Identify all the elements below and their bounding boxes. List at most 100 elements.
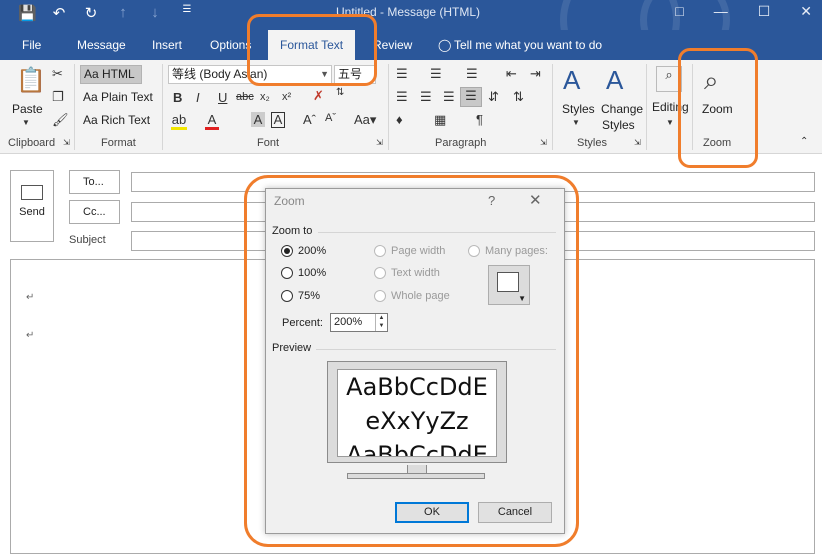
justify-icon[interactable]: ☰ <box>460 87 482 107</box>
editing-button[interactable]: Editing <box>652 100 689 114</box>
align-right-icon[interactable]: ☰ <box>443 89 455 105</box>
radio-75[interactable]: 75% <box>281 290 320 302</box>
radio-whole-page[interactable]: Whole page <box>374 290 450 302</box>
minimize-icon[interactable]: — <box>714 3 728 20</box>
dialog-launcher-icon[interactable]: ⇲ <box>540 138 547 147</box>
bullets-icon[interactable]: ☰ <box>396 66 408 82</box>
rich-text-button[interactable]: Aa Rich Text <box>83 113 150 127</box>
many-pages-picker[interactable]: ▼ <box>488 265 530 305</box>
copy-icon[interactable]: ❐ <box>52 89 64 105</box>
align-left-icon[interactable]: ☰ <box>396 89 408 105</box>
radio-indicator <box>374 290 386 302</box>
html-format-button[interactable]: Aa HTML <box>80 65 142 84</box>
tell-me-box[interactable]: ◯ Tell me what you want to do <box>438 30 602 60</box>
ok-button[interactable]: OK <box>395 502 469 523</box>
chevron-down-icon[interactable]: ▼ <box>320 66 329 83</box>
close-icon[interactable]: ✕ <box>529 191 542 209</box>
font-size-combo[interactable]: 五号 <box>334 65 376 84</box>
percent-label: Percent: <box>282 317 323 329</box>
find-icon[interactable]: ⌕ <box>656 66 682 92</box>
tab-insert[interactable]: Insert <box>152 30 182 60</box>
bold-icon[interactable]: B <box>173 90 182 105</box>
cc-button[interactable]: Cc... <box>69 200 120 224</box>
line-spacing-icon[interactable]: ⇵ <box>488 89 499 105</box>
zoom-button[interactable]: Zoom <box>702 102 733 116</box>
paste-button[interactable]: Paste <box>12 102 43 116</box>
magnifier-icon[interactable]: ⌕ <box>704 65 719 97</box>
dialog-launcher-icon[interactable]: ⇲ <box>376 138 383 147</box>
dialog-title: Zoom <box>274 194 305 208</box>
change-styles-line1[interactable]: Change <box>601 102 643 116</box>
text-effects-icon[interactable]: Aa▾ <box>354 112 376 128</box>
change-case-icon[interactable]: ⇅ <box>336 87 344 98</box>
up-arrow-icon[interactable]: ↑ <box>114 4 132 22</box>
paste-icon[interactable]: 📋 <box>16 66 46 96</box>
editing-dropdown-icon[interactable]: ▼ <box>666 118 674 127</box>
tab-message[interactable]: Message <box>77 30 126 60</box>
group-separator <box>74 64 75 150</box>
maximize-icon[interactable]: ☐ <box>758 3 771 20</box>
collapse-ribbon-icon[interactable]: ⌃ <box>800 136 808 147</box>
radio-page-width[interactable]: Page width <box>374 245 445 257</box>
tab-options[interactable]: Options <box>210 30 251 60</box>
font-name-combo[interactable]: 等线 (Body Asian) ▼ <box>168 65 332 84</box>
cut-icon[interactable]: ✂ <box>52 66 63 82</box>
to-button[interactable]: To... <box>69 170 120 194</box>
styles-button[interactable]: Styles <box>562 102 595 116</box>
close-icon[interactable]: ✕ <box>800 3 812 20</box>
multilevel-list-icon[interactable]: ☰ <box>466 66 478 82</box>
shrink-font-icon[interactable]: Aˇ <box>325 112 336 124</box>
help-icon[interactable]: ? <box>488 193 495 208</box>
decrease-indent-icon[interactable]: ⇤ <box>506 66 517 82</box>
font-color-icon[interactable]: A <box>205 112 219 130</box>
radio-text-width[interactable]: Text width <box>374 267 440 279</box>
italic-icon[interactable]: I <box>196 90 200 105</box>
cancel-button[interactable]: Cancel <box>478 502 552 523</box>
preview-line: AaBbCcDdE <box>346 373 488 401</box>
send-button[interactable]: Send <box>10 170 54 242</box>
subscript-icon[interactable]: x₂ <box>260 91 270 103</box>
percent-input[interactable]: 200% ▲ ▼ <box>330 313 388 332</box>
customize-qat-icon[interactable]: ☰ <box>178 4 196 22</box>
redo-icon[interactable]: ↻ <box>82 4 100 22</box>
styles-dropdown-icon[interactable]: ▼ <box>572 118 580 127</box>
monitor-base <box>347 473 485 479</box>
radio-100[interactable]: 100% <box>281 267 326 279</box>
clear-formatting-icon[interactable]: ✗ <box>313 88 324 104</box>
increase-indent-icon[interactable]: ⇥ <box>530 66 541 82</box>
restore-icon[interactable]: □ <box>675 3 683 20</box>
numbering-icon[interactable]: ☰ <box>430 66 442 82</box>
superscript-icon[interactable]: x² <box>282 91 291 103</box>
grow-font-icon[interactable]: Aˆ <box>303 112 316 127</box>
dialog-launcher-icon[interactable]: ⇲ <box>63 138 70 147</box>
dialog-launcher-icon[interactable]: ⇲ <box>634 138 641 147</box>
align-center-icon[interactable]: ☰ <box>420 89 432 105</box>
strikethrough-icon[interactable]: abc <box>236 91 254 103</box>
save-icon[interactable]: 💾 <box>18 4 37 22</box>
character-shading-icon[interactable]: A <box>251 112 265 127</box>
shading-icon[interactable]: ♦ <box>396 112 403 127</box>
highlight-color-icon[interactable]: ab <box>171 112 187 130</box>
plain-text-button[interactable]: Aa Plain Text <box>83 90 153 104</box>
tab-file[interactable]: File <box>22 30 41 60</box>
change-styles-icon[interactable]: A <box>606 65 623 96</box>
paste-dropdown-icon[interactable]: ▼ <box>22 118 30 127</box>
styles-icon[interactable]: A <box>563 65 580 96</box>
borders-icon[interactable]: ▦ <box>434 112 446 128</box>
character-border-icon[interactable]: A <box>271 112 285 128</box>
group-label-styles: Styles <box>577 137 607 149</box>
tab-review[interactable]: Review <box>373 30 412 60</box>
undo-icon[interactable]: ↶ <box>50 4 68 22</box>
underline-icon[interactable]: U <box>218 90 227 105</box>
chevron-down-icon: ▼ <box>518 294 526 303</box>
format-painter-icon[interactable]: 🖌 <box>52 112 69 128</box>
change-styles-line2[interactable]: Styles <box>602 118 635 132</box>
sort-icon[interactable]: ⇅ <box>513 89 524 105</box>
spinner-icon[interactable]: ▲ ▼ <box>375 314 387 331</box>
radio-many-pages[interactable]: Many pages: <box>468 245 548 257</box>
show-marks-icon[interactable]: ¶ <box>476 112 483 127</box>
radio-200[interactable]: 200% <box>281 245 326 257</box>
tab-format-text[interactable]: Format Text <box>268 30 356 60</box>
radio-indicator <box>468 245 480 257</box>
down-arrow-icon[interactable]: ↓ <box>146 4 164 22</box>
